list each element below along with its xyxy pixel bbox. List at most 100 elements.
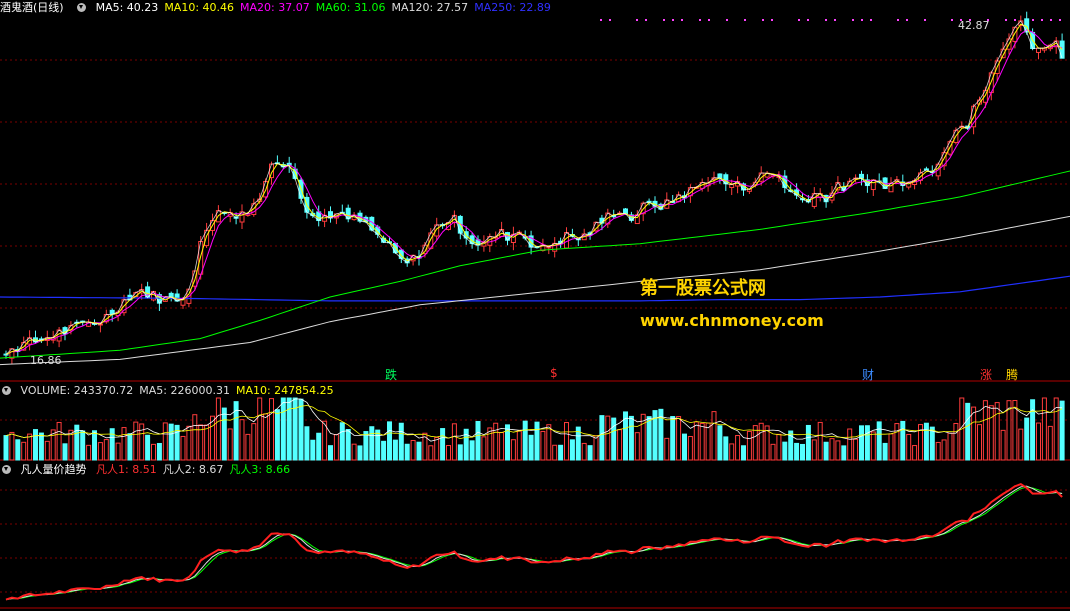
volume-bar-up xyxy=(888,433,894,461)
volume-bar-down xyxy=(475,420,481,461)
volume-bar-down xyxy=(1030,399,1036,461)
price-indicator-1: MA10: 40.46 xyxy=(164,1,235,14)
volume-bar-down xyxy=(62,443,68,461)
volume-bar-down xyxy=(274,409,280,461)
signal-dot xyxy=(645,19,647,21)
event-marker[interactable]: 涨 xyxy=(980,366,992,383)
signal-dot xyxy=(834,19,836,21)
signal-dot xyxy=(1059,19,1061,21)
volume-bar-down xyxy=(569,439,575,461)
ma20-line xyxy=(5,29,1063,355)
watermark-url: www.chnmoney.com xyxy=(640,311,824,330)
volume-bar-down xyxy=(168,423,174,461)
settings-toggle-icon[interactable] xyxy=(2,386,11,395)
stock-name: 酒鬼酒 xyxy=(0,1,33,14)
volume-bar-down xyxy=(611,417,617,461)
watermark-title: 第一股票公式网 xyxy=(640,278,766,299)
volume-bar-up xyxy=(605,415,611,461)
volume-bar-up xyxy=(487,427,493,461)
volume-bar-down xyxy=(628,415,634,461)
signal-dot xyxy=(744,19,746,21)
volume-bar-up xyxy=(977,424,982,461)
volume-bar-up xyxy=(121,427,127,461)
price-indicator-3: MA60: 31.06 xyxy=(315,1,386,14)
volume-indicator-1: MA5: 226000.31 xyxy=(139,384,230,397)
volume-bar-up xyxy=(835,440,841,461)
volume-bar-down xyxy=(156,442,162,461)
volume-bar-up xyxy=(770,443,776,461)
volume-bar-up xyxy=(263,413,269,461)
volume-bar-up xyxy=(322,420,328,461)
volume-bar-down xyxy=(723,436,729,461)
candle-down xyxy=(859,173,864,179)
signal-dot xyxy=(1050,19,1052,21)
volume-bar-down xyxy=(381,440,387,461)
candle-down xyxy=(1059,40,1065,59)
chart-canvas[interactable] xyxy=(0,0,1070,611)
volume-bar-down xyxy=(682,433,687,461)
volume-bar-up xyxy=(711,411,717,461)
volume-bar-down xyxy=(357,445,363,461)
volume-bar-up xyxy=(947,432,953,461)
volume-bar-down xyxy=(558,444,564,461)
volume-bar-up xyxy=(186,425,192,461)
volume-bar-up xyxy=(269,398,274,461)
volume-bar-down xyxy=(841,445,847,461)
event-marker[interactable]: 腾 xyxy=(1006,366,1018,383)
volume-bar-down xyxy=(800,443,805,461)
signal-dot xyxy=(1014,19,1016,21)
ma10-line xyxy=(5,23,1063,355)
signal-dot xyxy=(897,19,899,21)
price-indicator-5: MA250: 22.89 xyxy=(474,1,551,14)
volume-bar-up xyxy=(735,435,741,461)
volume-indicator-0: VOLUME: 243370.72 xyxy=(20,384,134,397)
volume-bar-down xyxy=(109,428,115,461)
volume-bar-up xyxy=(333,434,339,461)
volume-bar-down xyxy=(339,422,345,461)
high-price-label: 42.87 xyxy=(958,19,990,32)
volume-bar-down xyxy=(221,407,227,461)
volume-bar-up xyxy=(746,430,752,461)
volume-bar-up xyxy=(1000,429,1006,461)
volume-bar-up xyxy=(894,423,900,461)
trend-header: 凡人量价趋势 凡人1: 8.51 凡人2: 8.67 凡人3: 8.66 xyxy=(0,462,302,478)
volume-bar-up xyxy=(853,438,859,461)
volume-bar-up xyxy=(953,422,959,461)
ma5-line xyxy=(5,20,1063,355)
price-indicator-0: MA5: 40.23 xyxy=(95,1,159,14)
signal-dot xyxy=(951,19,953,21)
settings-toggle-icon[interactable] xyxy=(2,465,11,474)
volume-bar-up xyxy=(133,421,139,461)
volume-bar-down xyxy=(900,420,906,461)
volume-bar-up xyxy=(935,441,941,461)
volume-bar-up xyxy=(493,422,499,461)
volume-bar-up xyxy=(699,422,705,461)
volume-bar-up xyxy=(941,439,947,461)
signal-dot xyxy=(600,19,602,21)
volume-bar-up xyxy=(510,439,516,461)
trend-title: 凡人量价趋势 xyxy=(20,463,87,476)
volume-bar-down xyxy=(298,398,304,461)
volume-bar-down xyxy=(534,421,540,461)
signal-dot xyxy=(672,19,674,21)
volume-bar-down xyxy=(646,416,652,461)
settings-toggle-icon[interactable] xyxy=(77,3,87,12)
volume-bar-down xyxy=(310,439,316,461)
volume-bar-down xyxy=(280,397,286,461)
volume-bar-up xyxy=(1036,422,1041,461)
event-marker[interactable]: 财 xyxy=(862,366,874,383)
volume-bar-up xyxy=(97,442,103,461)
volume-bar-up xyxy=(115,442,121,461)
volume-bar-down xyxy=(859,425,864,461)
ma120-line xyxy=(0,215,1070,366)
event-marker[interactable]: $ xyxy=(550,366,558,380)
volume-bar-up xyxy=(245,433,251,461)
volume-bar-down xyxy=(369,426,375,461)
volume-bar-up xyxy=(257,397,263,461)
trend-indicator-2: 凡人3: 8.66 xyxy=(229,463,291,476)
volume-bar-down xyxy=(387,421,392,461)
volume-bar-down xyxy=(440,428,446,461)
volume-bar-down xyxy=(505,424,510,461)
event-marker[interactable]: 跌 xyxy=(385,366,397,383)
volume-bar-down xyxy=(965,402,971,461)
